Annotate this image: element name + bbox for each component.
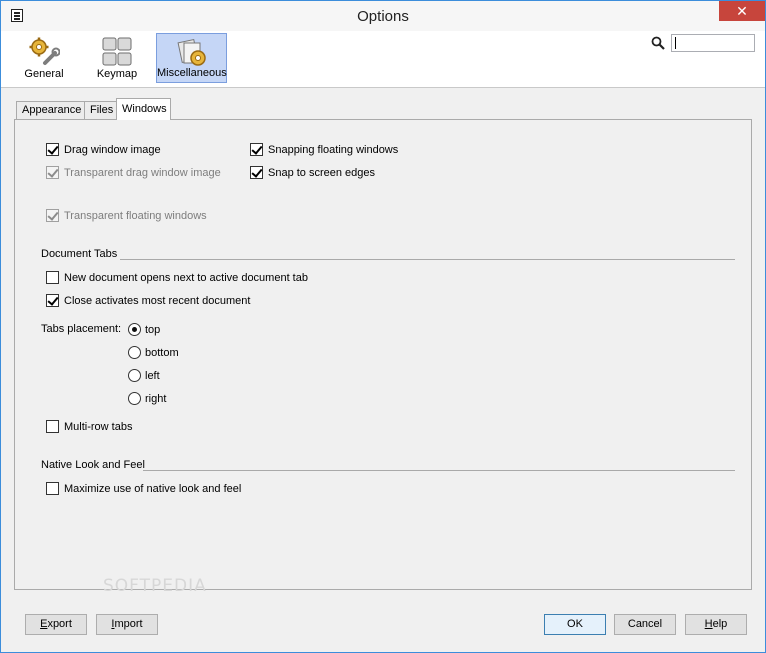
checkbox[interactable] [46, 271, 59, 284]
checkbox-label: Transparent floating windows [64, 210, 207, 222]
checkbox-label: Transparent drag window image [64, 167, 221, 179]
text-caret [675, 37, 676, 49]
category-label: Keymap [96, 68, 138, 80]
section-divider [120, 259, 735, 260]
mnemonic: H [704, 618, 713, 630]
checkbox-label: Close activates most recent document [64, 295, 251, 307]
wrench-gear-icon [29, 37, 60, 65]
checkbox[interactable] [46, 294, 59, 307]
checkbox[interactable] [46, 143, 59, 156]
checkbox[interactable] [250, 166, 263, 179]
tab-files[interactable]: Files [84, 101, 117, 119]
radio-label: bottom [145, 347, 179, 359]
checkbox-label: New document opens next to active docume… [64, 272, 308, 284]
checkbox-label: Snap to screen edges [268, 167, 376, 179]
category-general[interactable]: General [11, 33, 77, 83]
checkbox-label: Drag window image [64, 144, 161, 156]
native-look-heading: Native Look and Feel [41, 459, 145, 471]
category-keymap[interactable]: Keymap [84, 33, 150, 83]
checkbox [46, 166, 59, 179]
category-miscellaneous[interactable]: Miscellaneous [156, 33, 227, 83]
button-label: mport [114, 618, 143, 630]
document-tabs-heading: Document Tabs [41, 248, 118, 260]
help-button[interactable]: Help [685, 614, 747, 635]
radio[interactable] [128, 392, 141, 405]
cancel-button[interactable]: Cancel [614, 614, 676, 635]
checkbox[interactable] [250, 143, 263, 156]
button-label: elp [712, 618, 728, 630]
category-label: Miscellaneous [157, 67, 227, 79]
windows-panel: Drag window image Transparent drag windo… [14, 119, 752, 596]
button-label: xport [47, 618, 72, 630]
category-toolbar: General Keymap Miscellaneous [1, 31, 765, 88]
radio[interactable] [128, 346, 141, 359]
checkbox [46, 209, 59, 222]
tabs-placement-label: Tabs placement: [41, 323, 122, 335]
radio-label: top [145, 324, 161, 336]
tab-windows[interactable]: Windows [116, 98, 171, 120]
export-button[interactable]: Export [25, 614, 87, 635]
checkbox[interactable] [46, 482, 59, 495]
ok-button[interactable]: OK [544, 614, 606, 635]
checkbox-label: Maximize use of native look and feel [64, 483, 242, 495]
search-input[interactable] [671, 34, 755, 52]
misc-gear-icon [177, 38, 206, 66]
category-label: General [24, 68, 64, 80]
radio-label: left [145, 370, 160, 382]
search-icon [651, 36, 665, 50]
section-divider [143, 470, 735, 471]
softpedia-watermark: SOFTPEDIA [103, 576, 207, 596]
radio[interactable] [128, 369, 141, 382]
radio-label: right [145, 393, 167, 405]
radio[interactable] [128, 323, 141, 336]
import-button[interactable]: Import [96, 614, 158, 635]
options-dialog: Options ✕ General Keymap Miscellaneous A… [0, 0, 766, 653]
checkbox-label: Multi-row tabs [64, 421, 133, 433]
checkbox-label: Snapping floating windows [268, 144, 399, 156]
window-title: Options [357, 8, 409, 25]
checkbox[interactable] [46, 420, 59, 433]
close-button[interactable]: ✕ [719, 1, 765, 21]
keyboard-icon [102, 37, 132, 66]
title-bar: Options ✕ [1, 1, 765, 31]
tab-appearance[interactable]: Appearance [16, 101, 85, 119]
